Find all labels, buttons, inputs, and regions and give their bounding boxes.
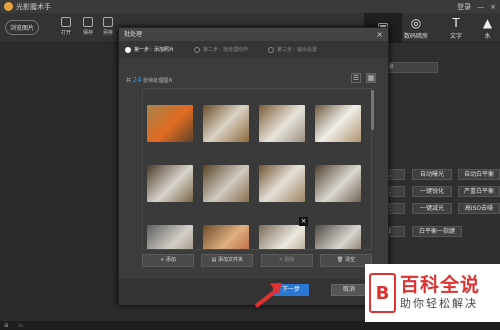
login-link[interactable]: 登录 bbox=[457, 2, 471, 12]
status-fit-icon[interactable]: ▭ bbox=[18, 323, 23, 329]
darkroom-button[interactable]: ◎ 数码暗房 bbox=[397, 13, 435, 43]
browse-images-button[interactable]: 浏览图片 bbox=[5, 20, 39, 35]
image-count-number: 24 bbox=[132, 76, 142, 84]
save-as-icon bbox=[103, 17, 113, 27]
photo-thumbnail[interactable] bbox=[147, 105, 193, 142]
step-add-photos: 第一步：添加照片 bbox=[125, 46, 174, 53]
remove-thumbnail-icon[interactable]: × bbox=[299, 217, 308, 226]
strict-white-balance-button[interactable]: 严重白平衡 bbox=[458, 186, 500, 197]
list-view-icon[interactable]: ☰ bbox=[351, 73, 361, 83]
photo-thumbnail[interactable] bbox=[259, 225, 305, 249]
open-icon bbox=[61, 17, 71, 27]
trash-icon: 🗑 bbox=[337, 257, 345, 263]
save-icon bbox=[83, 17, 93, 27]
text-tool-button[interactable]: T 文字 bbox=[437, 13, 475, 43]
photo-thumbnail[interactable] bbox=[259, 165, 305, 202]
auto-white-balance-button[interactable]: 自动白平衡 bbox=[458, 169, 500, 180]
one-click-sharpen-button[interactable]: 一键锐化 bbox=[412, 186, 452, 197]
photo-thumbnail[interactable] bbox=[147, 165, 193, 202]
photo-thumbnail[interactable] bbox=[315, 165, 361, 202]
photo-thumbnail[interactable] bbox=[315, 105, 361, 142]
save-button[interactable]: 保存 bbox=[80, 17, 96, 36]
app-title: 光影魔术手 bbox=[16, 2, 51, 11]
camera-icon: ◎ bbox=[410, 15, 422, 30]
close-window-icon[interactable]: × bbox=[490, 3, 496, 11]
watermark-logo-icon: B bbox=[369, 273, 396, 313]
watermark-tool-button[interactable]: ▲ 水 bbox=[475, 13, 500, 43]
status-zoom-icon[interactable]: ⊞ bbox=[4, 323, 8, 329]
photo-thumbnail[interactable] bbox=[259, 105, 305, 142]
wizard-steps: 第一步：添加照片 第二步：批处理动作 第三步：输出设置 bbox=[119, 41, 388, 58]
photo-thumbnail[interactable] bbox=[147, 225, 193, 249]
status-bar: ⊞ ▭ bbox=[0, 321, 500, 330]
dialog-title-bar: 批处理 × bbox=[119, 28, 388, 41]
photo-thumbnail[interactable] bbox=[315, 225, 361, 249]
photo-thumbnail[interactable] bbox=[203, 225, 249, 249]
grid-view-icon[interactable]: ▦ bbox=[366, 73, 376, 83]
open-button[interactable]: 打开 bbox=[58, 17, 74, 36]
high-iso-denoise-button[interactable]: 高ISO去噪 bbox=[458, 203, 500, 214]
save-as-button[interactable]: 另存 bbox=[100, 17, 116, 36]
batch-dialog: 批处理 × 第一步：添加照片 第二步：批处理动作 第三步：输出设置 共 24 张… bbox=[118, 27, 389, 305]
add-folder-button[interactable]: ▤ 添加文件夹 bbox=[201, 254, 254, 267]
photo-thumbnail[interactable] bbox=[203, 165, 249, 202]
step-output-settings: 第三步：输出设置 bbox=[268, 46, 317, 53]
step-dot-icon bbox=[125, 46, 131, 53]
grid-scrollbar[interactable] bbox=[371, 90, 374, 130]
dialog-close-icon[interactable]: × bbox=[376, 28, 383, 41]
watermark-icon: ▲ bbox=[482, 15, 493, 30]
watermark-banner: B 百科全说 助你轻松解决 bbox=[365, 264, 500, 322]
photo-thumbnail[interactable] bbox=[203, 105, 249, 142]
cancel-button[interactable]: 取消 bbox=[331, 284, 367, 296]
one-click-dim-button[interactable]: 一键减光 bbox=[412, 203, 452, 214]
watermark-title: 百科全说 bbox=[400, 273, 481, 296]
title-bar: 光影魔术手 登录 — × bbox=[0, 0, 500, 13]
watermark-subtitle: 助你轻松解决 bbox=[400, 296, 478, 310]
white-balance-one-key-button[interactable]: 白平衡一指键 bbox=[412, 226, 462, 237]
step-batch-actions: 第二步：批处理动作 bbox=[194, 46, 248, 53]
app-logo-icon bbox=[4, 2, 13, 11]
step-dot-icon bbox=[194, 46, 201, 53]
thumbnail-grid: × bbox=[142, 88, 372, 250]
step-dot-icon bbox=[268, 46, 275, 53]
image-count: 共 24 张待处理图片 bbox=[126, 76, 174, 84]
text-icon: T bbox=[452, 15, 460, 30]
minimize-icon[interactable]: — bbox=[477, 3, 484, 11]
auto-exposure-button[interactable]: 自动曝光 bbox=[412, 169, 452, 180]
delete-button[interactable]: ✕ 删除 bbox=[260, 254, 313, 267]
dialog-title: 批处理 bbox=[124, 31, 143, 38]
add-button[interactable]: + 添加 bbox=[142, 254, 194, 267]
